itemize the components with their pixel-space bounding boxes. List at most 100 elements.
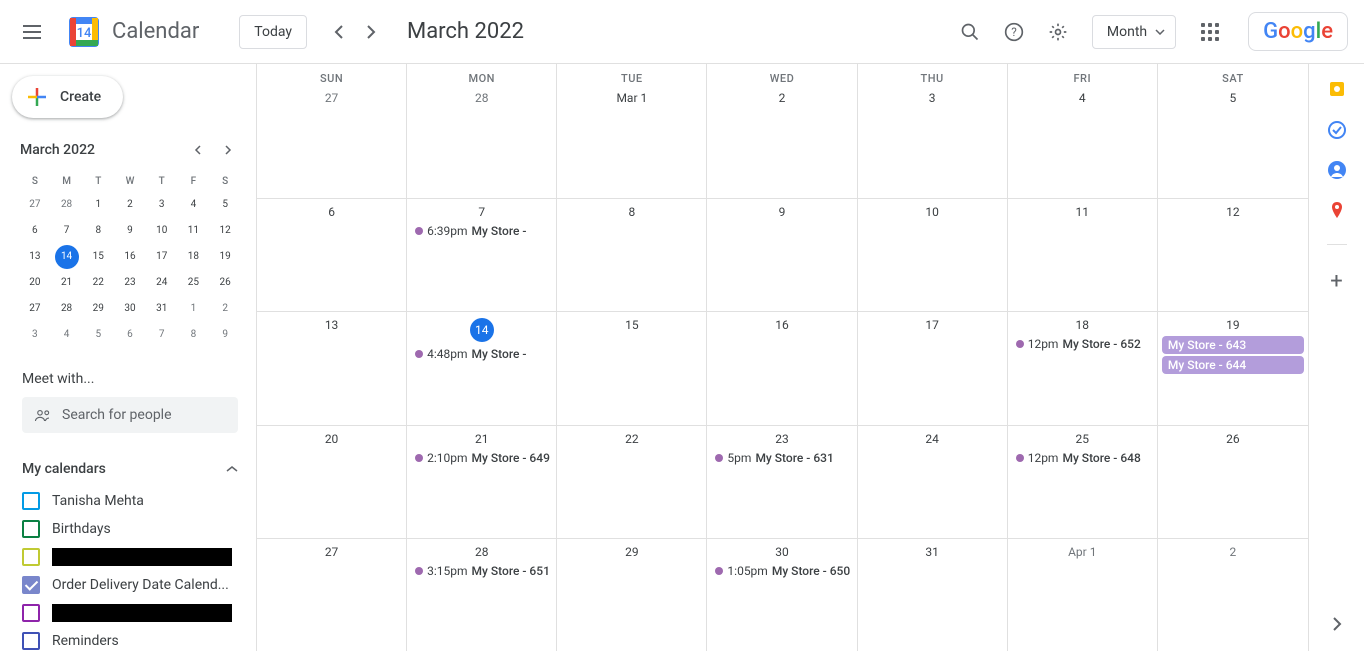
- calendar-item[interactable]: Order Delivery Date Calend...: [22, 571, 244, 599]
- calendar-checkbox[interactable]: [22, 520, 40, 538]
- mini-day[interactable]: 26: [213, 271, 237, 295]
- event[interactable]: My Store - 644: [1162, 356, 1304, 374]
- mini-day[interactable]: 3: [150, 193, 174, 217]
- mini-day[interactable]: 5: [86, 323, 110, 347]
- keep-icon[interactable]: [1327, 80, 1347, 100]
- mini-day[interactable]: 6: [23, 219, 47, 243]
- apps-button[interactable]: [1190, 12, 1230, 52]
- day-cell[interactable]: 6: [257, 199, 407, 311]
- mini-day[interactable]: 6: [118, 323, 142, 347]
- mini-day[interactable]: 13: [23, 245, 47, 269]
- calendar-checkbox[interactable]: [22, 604, 40, 622]
- contacts-icon[interactable]: [1327, 160, 1347, 180]
- day-cell[interactable]: Apr 1: [1008, 539, 1158, 651]
- event[interactable]: 12pmMy Store - 652: [1012, 336, 1153, 352]
- mini-day[interactable]: 8: [86, 219, 110, 243]
- day-cell[interactable]: 2: [707, 85, 857, 198]
- day-cell[interactable]: 9: [707, 199, 857, 311]
- day-cell[interactable]: 17: [858, 312, 1008, 424]
- day-cell[interactable]: 144:48pmMy Store -: [407, 312, 557, 424]
- day-cell[interactable]: 3: [858, 85, 1008, 198]
- day-cell[interactable]: 20: [257, 426, 407, 538]
- event[interactable]: 3:15pmMy Store - 651: [411, 563, 552, 579]
- mini-day[interactable]: 20: [23, 271, 47, 295]
- prev-month-button[interactable]: [323, 16, 355, 48]
- calendar-checkbox[interactable]: [22, 492, 40, 510]
- event[interactable]: 5pmMy Store - 631: [711, 450, 852, 466]
- mini-day[interactable]: 12: [213, 219, 237, 243]
- maps-icon[interactable]: [1327, 200, 1347, 220]
- event[interactable]: My Store - 643: [1162, 336, 1304, 354]
- mini-day[interactable]: 25: [181, 271, 205, 295]
- event[interactable]: 1:05pmMy Store - 650: [711, 563, 852, 579]
- main-menu-button[interactable]: [8, 8, 56, 56]
- mini-day[interactable]: 28: [55, 297, 79, 321]
- mini-day[interactable]: 14: [55, 245, 79, 269]
- day-cell[interactable]: 12: [1158, 199, 1308, 311]
- tasks-icon[interactable]: [1327, 120, 1347, 140]
- mini-day[interactable]: 16: [118, 245, 142, 269]
- mini-day[interactable]: 9: [213, 323, 237, 347]
- day-cell[interactable]: 24: [858, 426, 1008, 538]
- mini-day[interactable]: 4: [55, 323, 79, 347]
- mini-day[interactable]: 5: [213, 193, 237, 217]
- calendar-checkbox[interactable]: [22, 576, 40, 594]
- mini-day[interactable]: 29: [86, 297, 110, 321]
- day-cell[interactable]: 27: [257, 539, 407, 651]
- mini-day[interactable]: 22: [86, 271, 110, 295]
- day-cell[interactable]: 10: [858, 199, 1008, 311]
- day-cell[interactable]: 28: [407, 85, 557, 198]
- help-button[interactable]: ?: [994, 12, 1034, 52]
- mini-day[interactable]: 23: [118, 271, 142, 295]
- day-cell[interactable]: 27: [257, 85, 407, 198]
- calendar-checkbox[interactable]: [22, 548, 40, 566]
- day-cell[interactable]: 29: [557, 539, 707, 651]
- day-cell[interactable]: 212:10pmMy Store - 649: [407, 426, 557, 538]
- mini-day[interactable]: 28: [55, 193, 79, 217]
- mini-next-button[interactable]: [216, 138, 240, 162]
- mini-day[interactable]: 27: [23, 193, 47, 217]
- day-cell[interactable]: 26: [1158, 426, 1308, 538]
- day-cell[interactable]: 19My Store - 643My Store - 644: [1158, 312, 1308, 424]
- mini-day[interactable]: 11: [181, 219, 205, 243]
- calendar-item[interactable]: [22, 543, 244, 571]
- day-cell[interactable]: 2: [1158, 539, 1308, 651]
- search-button[interactable]: [950, 12, 990, 52]
- today-button[interactable]: Today: [239, 15, 307, 49]
- my-calendars-header[interactable]: My calendars: [22, 461, 238, 477]
- mini-day[interactable]: 2: [118, 193, 142, 217]
- mini-day[interactable]: 9: [118, 219, 142, 243]
- event[interactable]: 4:48pmMy Store -: [411, 346, 552, 362]
- day-cell[interactable]: 16: [707, 312, 857, 424]
- view-selector[interactable]: Month: [1092, 15, 1176, 49]
- mini-day[interactable]: 27: [23, 297, 47, 321]
- mini-day[interactable]: 21: [55, 271, 79, 295]
- mini-day[interactable]: 1: [181, 297, 205, 321]
- mini-day[interactable]: 1: [86, 193, 110, 217]
- mini-day[interactable]: 10: [150, 219, 174, 243]
- day-cell[interactable]: 31: [858, 539, 1008, 651]
- calendar-item[interactable]: Tanisha Mehta: [22, 487, 244, 515]
- day-cell[interactable]: Mar 1: [557, 85, 707, 198]
- mini-day[interactable]: 30: [118, 297, 142, 321]
- day-cell[interactable]: 15: [557, 312, 707, 424]
- calendar-item[interactable]: Birthdays: [22, 515, 244, 543]
- next-month-button[interactable]: [355, 16, 387, 48]
- day-cell[interactable]: 8: [557, 199, 707, 311]
- day-cell[interactable]: 235pmMy Store - 631: [707, 426, 857, 538]
- day-cell[interactable]: 5: [1158, 85, 1308, 198]
- mini-prev-button[interactable]: [186, 138, 210, 162]
- day-cell[interactable]: 4: [1008, 85, 1158, 198]
- day-cell[interactable]: 2512pmMy Store - 648: [1008, 426, 1158, 538]
- day-cell[interactable]: 13: [257, 312, 407, 424]
- mini-day[interactable]: 18: [181, 245, 205, 269]
- day-cell[interactable]: 283:15pmMy Store - 651: [407, 539, 557, 651]
- mini-day[interactable]: 19: [213, 245, 237, 269]
- create-button[interactable]: Create: [12, 76, 123, 118]
- calendar-checkbox[interactable]: [22, 632, 40, 650]
- event[interactable]: 12pmMy Store - 648: [1012, 450, 1153, 466]
- collapse-panel-button[interactable]: [1332, 616, 1342, 635]
- add-addon-button[interactable]: +: [1330, 269, 1342, 294]
- mini-day[interactable]: 17: [150, 245, 174, 269]
- day-cell[interactable]: 301:05pmMy Store - 650: [707, 539, 857, 651]
